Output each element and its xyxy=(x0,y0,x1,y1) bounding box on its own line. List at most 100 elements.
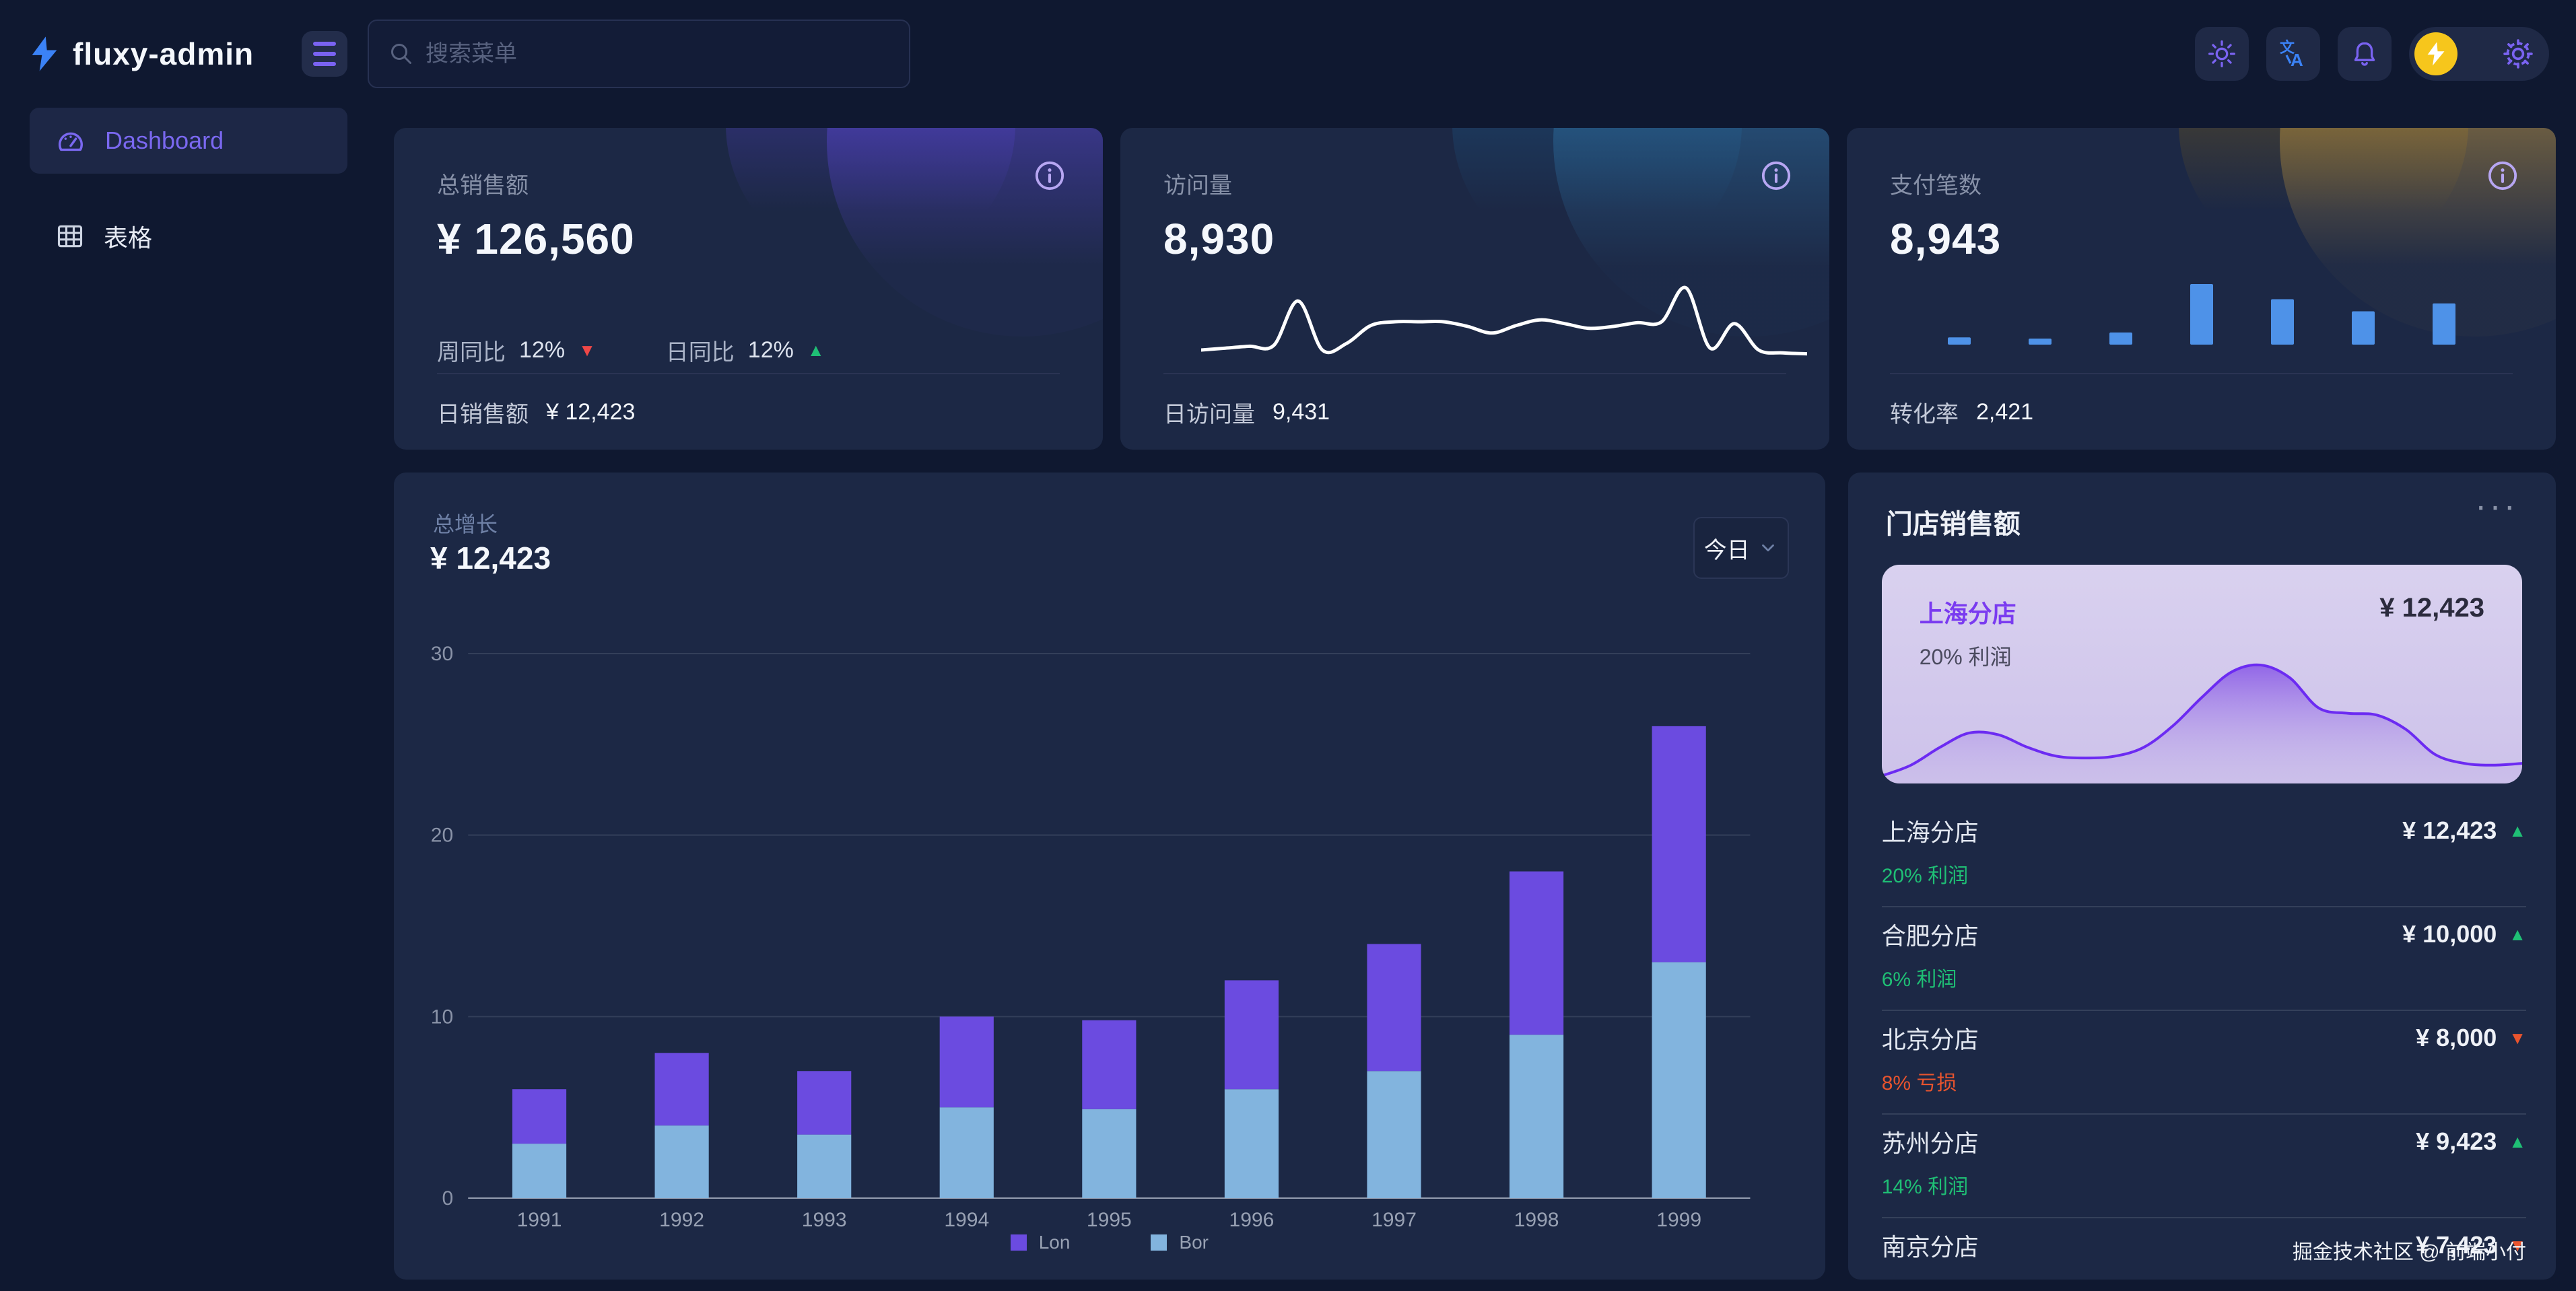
total-growth-card: 总增长 ¥ 12,423 今日 010203019911992199319941… xyxy=(394,473,1825,1280)
svg-text:1992: 1992 xyxy=(659,1209,704,1231)
trend-up-icon: ▲ xyxy=(807,340,825,361)
svg-text:10: 10 xyxy=(431,1006,453,1028)
theme-toggle-button[interactable] xyxy=(2195,27,2249,81)
store-value: ¥ 9,423 xyxy=(2416,1127,2497,1156)
svg-text:A: A xyxy=(2291,50,2303,70)
sidebar: Dashboard 表格 xyxy=(0,108,377,1291)
decorative-circle xyxy=(2179,128,2468,269)
svg-text:1993: 1993 xyxy=(802,1209,847,1231)
search-icon xyxy=(389,42,413,66)
store-profit-note: 20% 利润 xyxy=(1882,859,2526,888)
total-sales-card: 总销售额 ¥ 126,560 周同比 12% ▼ 日同比 12% xyxy=(394,128,1103,450)
legend-swatch xyxy=(1151,1234,1167,1251)
menu-toggle-button[interactable] xyxy=(302,31,347,77)
sidebar-item-label: Dashboard xyxy=(105,127,224,155)
app-logo: fluxy-admin xyxy=(0,35,302,73)
sidebar-item-dashboard[interactable]: Dashboard xyxy=(30,108,347,174)
avatar[interactable] xyxy=(2414,32,2458,75)
store-row-hefei[interactable]: 合肥分店 ¥ 10,000 ▲ 6% 利润 xyxy=(1882,907,2526,1011)
divider xyxy=(1163,373,1786,374)
svg-text:1997: 1997 xyxy=(1371,1209,1417,1231)
store-value: ¥ 10,000 xyxy=(2402,920,2497,948)
decorative-circle xyxy=(1452,128,1742,269)
topbar-actions: 文 A xyxy=(2195,27,2576,81)
language-switch-button[interactable]: 文 A xyxy=(2266,27,2320,81)
store-profit-note: 14% 利润 xyxy=(1882,1170,2526,1199)
more-options-icon[interactable]: ··· xyxy=(2475,486,2518,526)
watermark-text: 掘金技术社区 @ 前端小付 xyxy=(2293,1235,2526,1265)
trend-down-icon: ▼ xyxy=(578,340,596,361)
card-footer: 日销售额 ¥ 12,423 xyxy=(437,396,635,429)
panel-title: 门店销售额 xyxy=(1886,502,2021,541)
store-row-shanghai[interactable]: 上海分店 ¥ 12,423 ▲ 20% 利润 xyxy=(1882,804,2526,907)
topbar: fluxy-admin xyxy=(0,0,2576,108)
trend-down-icon: ▼ xyxy=(2509,1028,2526,1049)
avatar-lightning-icon xyxy=(2426,41,2446,67)
dashboard-page: fluxy-admin xyxy=(0,0,2576,1291)
payments-minibar-chart xyxy=(1941,277,2507,348)
card-footer: 转化率 2,421 xyxy=(1890,396,2033,429)
daily-visits-label: 日访问量 xyxy=(1163,396,1255,429)
growth-bar-chart: 0102030199119921993199419951996199719981… xyxy=(394,473,1825,1280)
gauge-icon xyxy=(55,125,86,156)
gear-icon[interactable] xyxy=(2501,36,2536,71)
trend-up-icon: ▲ xyxy=(2509,1131,2526,1152)
decorative-circle xyxy=(827,128,1103,337)
payments-card: 支付笔数 8,943 转化率 2,421 xyxy=(1847,128,2556,450)
conversion-rate-value: 2,421 xyxy=(1976,399,2033,425)
info-icon[interactable] xyxy=(2487,160,2518,195)
card-title: 支付笔数 xyxy=(1890,167,1981,200)
card-footer: 日访问量 9,431 xyxy=(1163,396,1330,429)
daily-sales-label: 日销售额 xyxy=(437,396,529,429)
chart-legend: Lon Bor xyxy=(394,1232,1825,1253)
info-icon[interactable] xyxy=(1034,160,1065,195)
featured-store-card[interactable]: 上海分店 ¥ 12,423 20% 利润 xyxy=(1882,565,2522,783)
featured-store-profit: 20% 利润 xyxy=(1920,640,2012,671)
svg-text:1991: 1991 xyxy=(517,1209,562,1231)
store-name: 北京分店 xyxy=(1882,1020,1979,1055)
user-settings-pill[interactable] xyxy=(2409,27,2549,81)
notifications-button[interactable] xyxy=(2338,27,2392,81)
day-compare-label: 日同比 xyxy=(666,334,735,367)
svg-text:1995: 1995 xyxy=(1087,1209,1132,1231)
daily-sales-value: ¥ 12,423 xyxy=(546,399,635,425)
store-profit-note: 6% 利润 xyxy=(1882,963,2526,992)
store-sales-panel: 门店销售额 ··· 上海分店 ¥ 12,423 20% 利润 上海分店 ¥ 12… xyxy=(1848,473,2556,1280)
card-title: 访问量 xyxy=(1163,167,1232,200)
svg-text:20: 20 xyxy=(431,825,453,847)
store-value: ¥ 12,423 xyxy=(2402,816,2497,845)
featured-store-value: ¥ 12,423 xyxy=(2379,593,2484,623)
store-name: 合肥分店 xyxy=(1882,917,1979,952)
svg-text:1994: 1994 xyxy=(944,1209,989,1231)
featured-store-name: 上海分店 xyxy=(1920,594,2016,629)
visits-sparkline-chart xyxy=(1201,277,1807,368)
search-input[interactable] xyxy=(426,41,889,67)
store-loss-note: 6% 亏损 xyxy=(1882,1273,2526,1280)
card-title: 总销售额 xyxy=(437,167,529,200)
legend-label: Lon xyxy=(1039,1232,1071,1253)
trend-row: 周同比 12% ▼ 日同比 12% ▲ xyxy=(437,334,825,367)
stat-card-row: 总销售额 ¥ 126,560 周同比 12% ▼ 日同比 12% xyxy=(394,128,2556,450)
store-name: 南京分店 xyxy=(1882,1228,1979,1263)
legend-label: Bor xyxy=(1179,1232,1209,1253)
week-compare-value: 12% xyxy=(519,337,565,363)
store-value: ¥ 8,000 xyxy=(2416,1024,2497,1052)
store-loss-note: 8% 亏损 xyxy=(1882,1066,2526,1096)
legend-item-lon[interactable]: Lon xyxy=(1011,1232,1071,1253)
divider xyxy=(437,373,1060,374)
translate-icon: 文 A xyxy=(2277,38,2309,70)
daily-visits-value: 9,431 xyxy=(1273,399,1330,425)
total-sales-value: ¥ 126,560 xyxy=(437,214,635,264)
store-row-suzhou[interactable]: 苏州分店 ¥ 9,423 ▲ 14% 利润 xyxy=(1882,1115,2526,1218)
info-icon[interactable] xyxy=(1761,160,1792,195)
table-icon xyxy=(55,221,85,251)
svg-text:1999: 1999 xyxy=(1656,1209,1701,1231)
payments-value: 8,943 xyxy=(1890,214,2001,264)
search-bar[interactable] xyxy=(368,20,910,88)
trend-up-icon: ▲ xyxy=(2509,924,2526,945)
sidebar-item-tables[interactable]: 表格 xyxy=(30,203,347,269)
store-row-beijing[interactable]: 北京分店 ¥ 8,000 ▼ 8% 亏损 xyxy=(1882,1011,2526,1115)
divider xyxy=(1890,373,2513,374)
legend-item-bor[interactable]: Bor xyxy=(1151,1232,1209,1253)
bell-icon xyxy=(2350,39,2379,69)
